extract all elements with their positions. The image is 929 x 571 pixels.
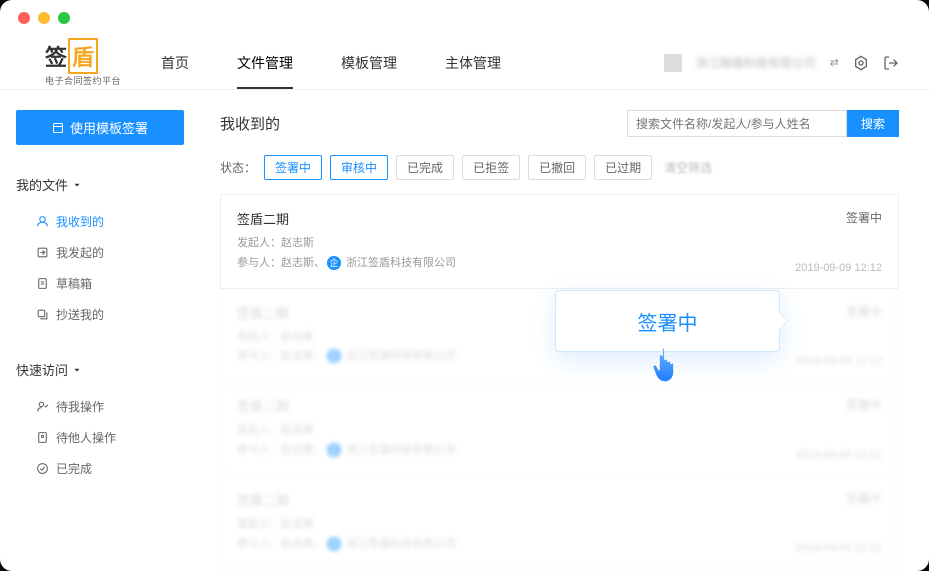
filter-label: 状态：: [220, 159, 256, 176]
company-badge-icon: 企: [327, 443, 341, 457]
doc-title: 签盾二期: [237, 209, 795, 228]
filter-completed[interactable]: 已完成: [396, 155, 454, 180]
side-section-myfiles: 我的文件 我收到的 我发起的 草稿箱: [16, 169, 184, 330]
logo-subtitle: 电子合同签约平台: [45, 74, 121, 87]
doc-item[interactable]: 签盾二期 发起人：赵志斯 参与人：赵志斯、企 浙江签盾科技有限公司 签署中 20…: [220, 476, 899, 570]
doc-status: 签署中: [795, 490, 882, 507]
logo: 签盾 电子合同签约平台: [45, 38, 121, 87]
doc-status: 签署中: [795, 303, 882, 320]
status-tooltip: 签署中: [555, 290, 780, 352]
doc-title: 签盾二期: [237, 490, 795, 509]
inbox-icon: [36, 215, 49, 228]
doc-meta: 发起人：赵志斯 参与人：赵志斯、企 浙江签盾科技有限公司: [237, 234, 795, 274]
page-title: 我收到的: [220, 113, 280, 134]
org-name: 浙江融盾科技有限公司: [696, 54, 816, 71]
others-pending-icon: [36, 431, 49, 444]
settings-icon[interactable]: [853, 55, 869, 71]
app-window: 签盾 电子合同签约平台 首页 文件管理 模板管理 主体管理 浙江融盾科技有限公司…: [0, 0, 929, 571]
nav: 首页 文件管理 模板管理 主体管理: [161, 37, 501, 89]
pointer-hand-icon: [650, 344, 684, 389]
filter-reviewing[interactable]: 审核中: [330, 155, 388, 180]
filter-signing[interactable]: 签署中: [264, 155, 322, 180]
filter-withdrawn[interactable]: 已撤回: [528, 155, 586, 180]
logo-text-2: 盾: [68, 38, 98, 74]
search-input[interactable]: [627, 110, 847, 137]
main: 我收到的 搜索 状态： 签署中 审核中 已完成 已拒签 已撤回 已过期 清空筛选: [200, 90, 929, 571]
sidebar-item-sent[interactable]: 我发起的: [16, 237, 184, 268]
doc-time: 2019-09-09 12:12: [795, 449, 882, 461]
template-icon: [52, 122, 64, 134]
close-window-icon[interactable]: [18, 12, 30, 24]
search-button[interactable]: 搜索: [847, 110, 899, 137]
chevron-down-icon: [72, 365, 82, 375]
doc-list: 签盾二期 发起人：赵志斯 参与人：赵志斯、企 浙江签盾科技有限公司 签署中 20…: [220, 194, 899, 569]
cc-icon: [36, 308, 49, 321]
filter-row: 状态： 签署中 审核中 已完成 已拒签 已撤回 已过期 清空筛选: [220, 155, 899, 180]
filter-expired[interactable]: 已过期: [594, 155, 652, 180]
nav-subjects[interactable]: 主体管理: [445, 37, 501, 89]
sidebar-item-others-pending[interactable]: 待他人操作: [16, 422, 184, 453]
building-icon: [664, 54, 682, 72]
swap-icon[interactable]: ⇄: [830, 56, 839, 69]
check-circle-icon: [36, 462, 49, 475]
sidebar-item-completed[interactable]: 已完成: [16, 453, 184, 484]
filter-rejected[interactable]: 已拒签: [462, 155, 520, 180]
nav-templates[interactable]: 模板管理: [341, 37, 397, 89]
draft-icon: [36, 277, 49, 290]
logout-icon[interactable]: [883, 55, 899, 71]
main-header: 我收到的 搜索: [220, 110, 899, 137]
sidebar-item-cc[interactable]: 抄送我的: [16, 299, 184, 330]
side-header-myfiles[interactable]: 我的文件: [16, 169, 184, 200]
doc-meta: 发起人：赵志斯 参与人：赵志斯、企 浙江签盾科技有限公司: [237, 515, 795, 555]
window-titlebar: [0, 0, 929, 36]
filter-clear[interactable]: 清空筛选: [664, 159, 712, 176]
sent-icon: [36, 246, 49, 259]
doc-item[interactable]: 签盾二期 发起人：赵志斯 参与人：赵志斯、企 浙江签盾科技有限公司 签署中 20…: [220, 195, 899, 289]
header: 签盾 电子合同签约平台 首页 文件管理 模板管理 主体管理 浙江融盾科技有限公司…: [0, 36, 929, 90]
doc-title: 签盾二期: [237, 396, 795, 415]
sidebar: 使用模板签署 我的文件 我收到的 我发起的: [0, 90, 200, 571]
maximize-window-icon[interactable]: [58, 12, 70, 24]
nav-files[interactable]: 文件管理: [237, 37, 293, 89]
company-badge-icon: 企: [327, 537, 341, 551]
doc-time: 2019-09-09 12:12: [795, 542, 882, 554]
create-from-template-button[interactable]: 使用模板签署: [16, 110, 184, 145]
doc-meta: 发起人：赵志斯 参与人：赵志斯、企 浙江签盾科技有限公司: [237, 421, 795, 461]
doc-status: 签署中: [795, 209, 882, 226]
side-header-quick[interactable]: 快速访问: [16, 354, 184, 385]
sidebar-item-received[interactable]: 我收到的: [16, 206, 184, 237]
chevron-down-icon: [72, 180, 82, 190]
doc-item[interactable]: 签盾二期 发起人：赵志斯 参与人：赵志斯、企 浙江签盾科技有限公司 签署中 20…: [220, 382, 899, 476]
company-badge-icon: 企: [327, 256, 341, 270]
logo-text-1: 签: [45, 40, 67, 72]
doc-status: 签署中: [795, 396, 882, 413]
side-section-quick: 快速访问 待我操作 待他人操作 已完成: [16, 354, 184, 484]
sidebar-item-drafts[interactable]: 草稿箱: [16, 268, 184, 299]
nav-home[interactable]: 首页: [161, 37, 189, 89]
search-group: 搜索: [627, 110, 899, 137]
doc-time: 2019-09-09 12:12: [795, 355, 882, 367]
doc-time: 2019-09-09 12:12: [795, 262, 882, 274]
sidebar-item-my-pending[interactable]: 待我操作: [16, 391, 184, 422]
body: 使用模板签署 我的文件 我收到的 我发起的: [0, 90, 929, 571]
header-right: 浙江融盾科技有限公司 ⇄: [664, 54, 899, 72]
company-badge-icon: 企: [327, 349, 341, 363]
minimize-window-icon[interactable]: [38, 12, 50, 24]
user-pending-icon: [36, 400, 49, 413]
